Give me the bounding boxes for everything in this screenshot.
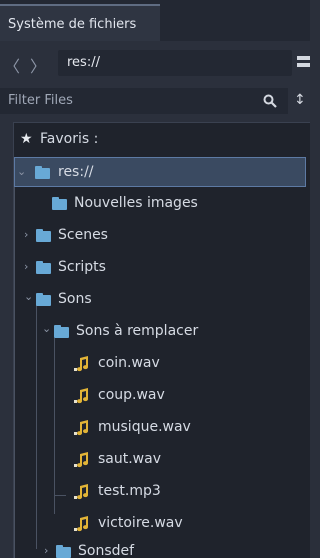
- audio-file-icon: [74, 420, 89, 436]
- folder-icon: [36, 229, 51, 242]
- tree-item-sons[interactable]: ⌄ Sons: [14, 285, 310, 315]
- tree-item-label: victoire.wav: [98, 515, 183, 531]
- path-input[interactable]: res://: [58, 50, 292, 76]
- tree-item-label: saut.wav: [98, 451, 161, 467]
- search-icon[interactable]: [263, 94, 277, 108]
- tree-item-test-mp3[interactable]: test.mp3: [14, 477, 310, 507]
- tab-filesystem[interactable]: Système de fichiers: [0, 4, 160, 41]
- tree-item-coin-wav[interactable]: coin.wav: [14, 349, 310, 379]
- tree-item-root[interactable]: ⌄ res://: [14, 157, 306, 187]
- tree-item-label: musique.wav: [98, 419, 191, 435]
- tree-item-victoire-wav[interactable]: victoire.wav: [14, 509, 310, 539]
- tree-item-label: res://: [58, 164, 94, 180]
- chevron-right-icon[interactable]: ›: [24, 228, 28, 241]
- path-bar: 〈 〉 res://: [0, 46, 310, 80]
- tree-item-label: Scenes: [58, 227, 108, 243]
- chevron-right-icon[interactable]: ›: [24, 260, 28, 273]
- folder-icon: [54, 325, 69, 338]
- tree-item-sonsdef[interactable]: › Sonsdef: [14, 537, 310, 558]
- filter-bar: Filter Files ↕: [0, 86, 310, 116]
- favorites-row[interactable]: ★ Favoris :: [14, 125, 310, 155]
- tree-item-sons-a-remplacer[interactable]: ⌄ Sons à remplacer: [14, 317, 310, 347]
- tree-item-nouvelles-images[interactable]: Nouvelles images: [14, 189, 310, 219]
- tree-item-label: Sons: [58, 291, 92, 307]
- tree-item-coup-wav[interactable]: coup.wav: [14, 381, 310, 411]
- audio-file-icon: [74, 388, 89, 404]
- audio-file-icon: [74, 516, 89, 532]
- tree-item-label: Nouvelles images: [74, 195, 198, 211]
- chevron-down-icon[interactable]: ⌄: [24, 290, 33, 303]
- tab-filesystem-label: Système de fichiers: [8, 17, 137, 32]
- audio-file-icon: [74, 452, 89, 468]
- chevron-left-icon[interactable]: 〈: [4, 53, 20, 77]
- folder-icon: [36, 261, 51, 274]
- folder-icon: [36, 293, 51, 306]
- split-mode-icon[interactable]: [297, 56, 310, 60]
- filter-files-input[interactable]: Filter Files: [0, 88, 288, 114]
- tree-item-label: test.mp3: [98, 483, 161, 499]
- tree-item-label: Sonsdef: [78, 543, 135, 558]
- tree-item-label: Scripts: [58, 259, 106, 275]
- folder-icon: [35, 166, 50, 179]
- folder-icon: [56, 545, 71, 558]
- favorites-label: Favoris :: [40, 131, 99, 147]
- chevron-down-icon[interactable]: ⌄: [17, 165, 26, 178]
- chevron-right-icon[interactable]: ›: [44, 544, 48, 557]
- path-value: res://: [67, 55, 100, 70]
- tree-item-saut-wav[interactable]: saut.wav: [14, 445, 310, 475]
- chevron-right-icon[interactable]: 〉: [30, 53, 46, 77]
- dock-tab-bar: Système de fichiers: [0, 0, 310, 41]
- tree-item-scripts[interactable]: › Scripts: [14, 253, 310, 283]
- filesystem-dock: Système de fichiers 〈 〉 res:// Filter Fi…: [0, 0, 310, 558]
- tree-item-scenes[interactable]: › Scenes: [14, 221, 310, 251]
- chevron-down-icon[interactable]: ⌄: [42, 322, 51, 335]
- tree-item-label: Sons à remplacer: [76, 323, 199, 339]
- tree-item-label: coin.wav: [98, 355, 160, 371]
- filter-placeholder: Filter Files: [8, 93, 73, 108]
- audio-file-icon: [74, 356, 89, 372]
- tree-item-label: coup.wav: [98, 387, 165, 403]
- file-tree: ★ Favoris : ⌄ res:// Nouvelles images › …: [13, 122, 310, 558]
- sort-icon[interactable]: ↕: [294, 92, 306, 108]
- tree-item-musique-wav[interactable]: musique.wav: [14, 413, 310, 443]
- audio-file-icon: [74, 484, 89, 500]
- folder-icon: [52, 197, 67, 210]
- star-icon: ★: [20, 131, 33, 147]
